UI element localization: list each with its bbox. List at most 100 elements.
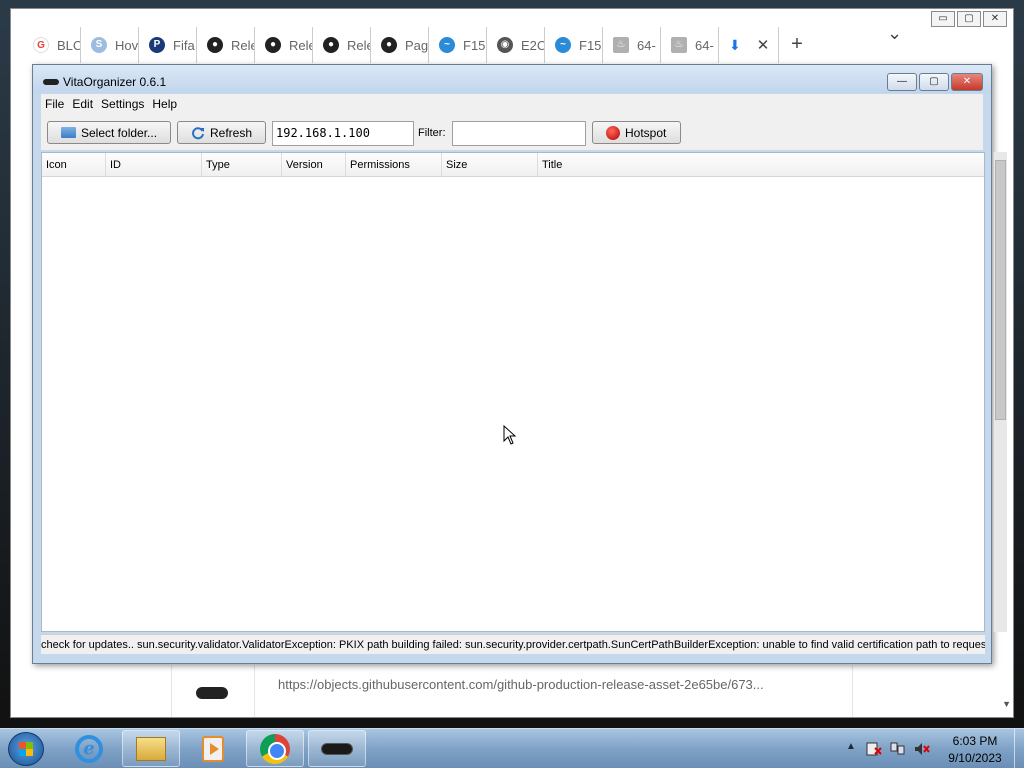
browser-close-button[interactable]: ✕: [983, 11, 1007, 27]
menu-edit[interactable]: Edit: [72, 97, 93, 111]
browser-tab[interactable]: ~ F15: [545, 27, 603, 63]
github-icon: ●: [381, 37, 397, 53]
taskbar-media-player[interactable]: [184, 730, 242, 767]
window-controls: — ▢ ✕: [887, 73, 983, 91]
tab-label: F15: [463, 37, 486, 53]
vertical-scrollbar[interactable]: [993, 152, 1007, 632]
volume-muted-icon[interactable]: [914, 742, 930, 756]
browser-tab[interactable]: ♨ 64-: [603, 27, 661, 63]
browser-tab[interactable]: ● Pag: [371, 27, 429, 63]
java-icon: ♨: [671, 37, 687, 53]
show-desktop-button[interactable]: [1014, 729, 1024, 768]
taskbar-internet-explorer[interactable]: e: [60, 730, 118, 767]
java-icon: ♨: [613, 37, 629, 53]
browser-tab[interactable]: ● Rele: [197, 27, 255, 63]
tab-label: Rele: [289, 37, 312, 53]
tab-label: F15: [579, 37, 602, 53]
tab-label: 64-: [695, 37, 714, 53]
minimize-button[interactable]: —: [887, 73, 917, 91]
mouse-cursor-icon: [503, 425, 517, 445]
tab-label: Rele: [231, 37, 254, 53]
internet-explorer-icon: e: [75, 734, 103, 763]
tab-label: Rele: [347, 37, 370, 53]
tab-label: E2C: [521, 37, 545, 53]
hotspot-label: Hotspot: [625, 125, 667, 140]
divider: [254, 665, 255, 717]
scrollbar-thumb[interactable]: [995, 160, 1006, 420]
browser-tab[interactable]: P Fifa: [139, 27, 197, 63]
games-table[interactable]: Icon ID Type Version Permissions Size Ti…: [41, 152, 985, 632]
folder-icon: [61, 127, 76, 138]
column-header-size[interactable]: Size: [442, 153, 538, 177]
window-titlebar[interactable]: VitaOrganizer 0.6.1 — ▢ ✕: [33, 65, 991, 93]
folder-explorer-icon: [136, 736, 166, 761]
download-item[interactable]: https://objects.githubusercontent.com/gi…: [171, 665, 853, 717]
s-icon: S: [91, 37, 107, 53]
chrome-icon: [260, 733, 290, 764]
show-hidden-icons-button[interactable]: ▲: [846, 741, 856, 752]
browser-tab[interactable]: ● Rele: [255, 27, 313, 63]
menu-settings[interactable]: Settings: [101, 97, 144, 111]
filter-input[interactable]: [452, 121, 586, 146]
media-player-icon: [202, 735, 224, 762]
cloud-icon: ~: [555, 37, 571, 53]
column-header-icon[interactable]: Icon: [42, 153, 106, 177]
filter-label: Filter:: [418, 127, 446, 139]
menu-help[interactable]: Help: [152, 97, 177, 111]
column-header-type[interactable]: Type: [202, 153, 282, 177]
playstation-icon: P: [149, 37, 165, 53]
google-icon: G: [33, 37, 49, 53]
start-button[interactable]: [8, 732, 44, 766]
windows-logo-icon: [19, 742, 33, 756]
clock-date[interactable]: 9/10/2023: [938, 751, 1012, 765]
tab-label: 64-: [637, 37, 656, 53]
taskbar-explorer[interactable]: [122, 730, 180, 767]
toolbar: Select folder... Refresh 192.168.1.100 F…: [41, 114, 983, 150]
window-title: VitaOrganizer 0.6.1: [63, 75, 167, 89]
maximize-button[interactable]: ▢: [919, 73, 949, 91]
browser-tab[interactable]: G BLC: [23, 27, 81, 63]
table-header: Icon ID Type Version Permissions Size Ti…: [42, 153, 984, 177]
vita-app-icon: [321, 742, 353, 755]
browser-tab[interactable]: ♨ 64-: [661, 27, 719, 63]
column-header-version[interactable]: Version: [282, 153, 346, 177]
vitaorganizer-window: VitaOrganizer 0.6.1 — ▢ ✕ File Edit Sett…: [32, 64, 1007, 664]
hotspot-button[interactable]: Hotspot: [592, 121, 681, 144]
taskbar-vitaorganizer[interactable]: [308, 730, 366, 767]
browser-maximize-button[interactable]: ▢: [957, 11, 981, 27]
menu-file[interactable]: File: [45, 97, 64, 111]
browser-tab[interactable]: ● Rele: [313, 27, 371, 63]
browser-tab-active[interactable]: ⬇ ✕: [719, 27, 779, 63]
refresh-button[interactable]: Refresh: [177, 121, 266, 144]
status-bar: check for updates.. sun.security.validat…: [41, 634, 985, 654]
network-icon[interactable]: [890, 742, 906, 756]
system-tray: ▲ 6:03 PM 9/10/2023: [840, 729, 1024, 768]
globe-icon: ◉: [497, 37, 513, 53]
clock-time[interactable]: 6:03 PM: [938, 734, 1012, 748]
browser-minimize-button[interactable]: ▭: [931, 11, 955, 27]
browser-window-controls: ▭ ▢ ✕: [931, 11, 1007, 27]
browser-tab[interactable]: S Hov: [81, 27, 139, 63]
taskbar-chrome[interactable]: [246, 730, 304, 767]
column-header-id[interactable]: ID: [106, 153, 202, 177]
action-center-icon[interactable]: [866, 742, 882, 756]
tab-close-icon[interactable]: ✕: [757, 36, 770, 54]
ip-address-input[interactable]: 192.168.1.100: [272, 121, 414, 146]
select-folder-button[interactable]: Select folder...: [47, 121, 171, 144]
taskbar: e ▲ 6:03 PM 9/10/2023: [0, 728, 1024, 768]
new-tab-button[interactable]: +: [779, 27, 815, 63]
scroll-down-arrow-icon[interactable]: ▼: [1002, 699, 1011, 709]
browser-tab[interactable]: ~ F15: [429, 27, 487, 63]
refresh-icon: [192, 126, 204, 139]
menu-bar: File Edit Settings Help: [41, 94, 983, 114]
tab-search-button[interactable]: ⌄: [887, 23, 902, 44]
column-header-permissions[interactable]: Permissions: [346, 153, 442, 177]
close-button[interactable]: ✕: [951, 73, 983, 91]
browser-tab[interactable]: ◉ E2C: [487, 27, 545, 63]
tab-label: Fifa: [173, 37, 195, 53]
select-folder-label: Select folder...: [81, 125, 158, 140]
github-icon: ●: [265, 37, 281, 53]
record-icon: [606, 125, 620, 140]
column-header-title[interactable]: Title: [538, 153, 984, 177]
browser-tabstrip: G BLC S Hov P Fifa ● Rele ● Rele ● Rele ● Pag ~…: [23, 27, 815, 63]
